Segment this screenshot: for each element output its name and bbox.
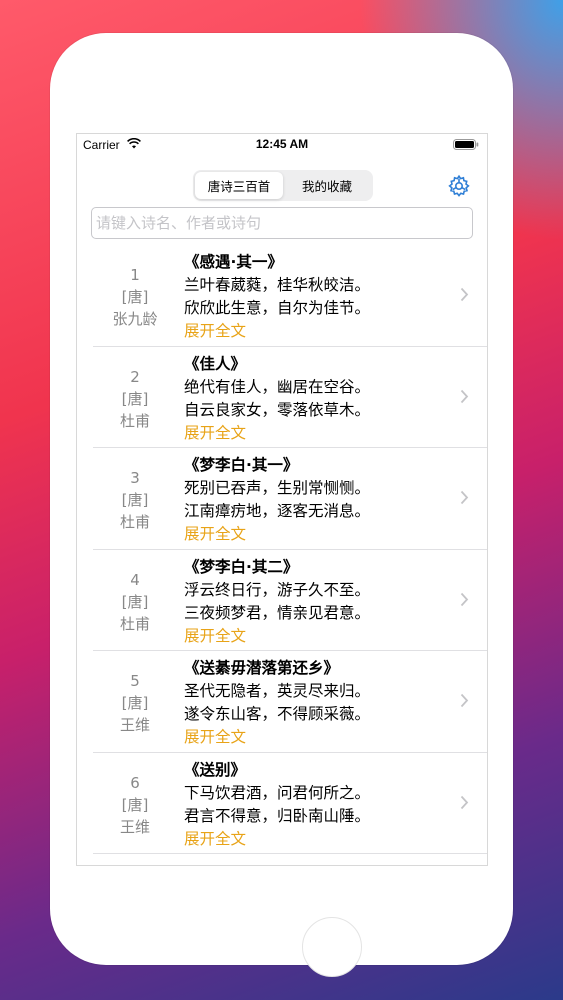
chevron-right-icon (460, 389, 469, 403)
poem-author: 王维 (119, 716, 150, 734)
poem-title: 《佳人》 (184, 354, 247, 373)
poem-index: 1 (130, 266, 140, 284)
poem-line: 君言不得意，归卧南山陲。 (184, 806, 371, 825)
search-input[interactable] (91, 207, 473, 239)
poem-title: 《送綦毋潜落第还乡》 (184, 659, 340, 677)
battery-icon (453, 139, 479, 150)
status-time: 12:45 AM (255, 137, 309, 151)
expand-full-text-link[interactable]: 展开全文 (184, 422, 457, 445)
app-screen: Carrier 12:45 AM 唐诗三百首 我的收藏 1 [唐] (76, 133, 488, 866)
poem-title: 《梦李白·其二》 (184, 557, 299, 576)
poem-line: 下马饮君酒，问君何所之。 (184, 783, 371, 802)
poem-line: 三夜频梦君，情亲见君意。 (184, 603, 371, 622)
poem-row[interactable]: 1 [唐] 张九龄 《感遇·其一》 兰叶春葳蕤，桂华秋皎洁。 欣欣此生意，自尔为… (77, 245, 487, 347)
poem-row[interactable]: 4 [唐] 杜甫 《梦李白·其二》 浮云终日行，游子久不至。 三夜频梦君，情亲见… (77, 550, 487, 652)
poem-row[interactable]: 3 [唐] 杜甫 《梦李白·其一》 死别已吞声，生别常恻恻。 江南瘴疠地，逐客无… (77, 448, 487, 550)
tab-favorites[interactable]: 我的收藏 (283, 172, 371, 199)
gear-icon[interactable] (447, 174, 471, 198)
chevron-right-icon (460, 592, 469, 606)
poem-dynasty: [唐] (121, 491, 149, 509)
poem-index: 2 (130, 367, 140, 386)
chevron-right-icon (460, 693, 469, 708)
expand-full-text-link[interactable]: 展开全文 (184, 625, 457, 648)
poem-meta: 6 [唐] 王维 (93, 772, 177, 838)
chevron-right-icon (460, 287, 469, 302)
poem-title: 《梦李白·其一》 (184, 456, 299, 474)
poem-author: 杜甫 (119, 614, 150, 633)
poem-author: 王维 (119, 817, 150, 836)
poem-content: 《佳人》 绝代有佳人，幽居在空谷。 自云良家女，零落依草木。 展开全文 (184, 352, 457, 445)
status-bar: Carrier 12:45 AM (77, 134, 487, 156)
poem-index: 4 (130, 570, 140, 589)
tab-segmented-control: 唐诗三百首 我的收藏 (193, 170, 373, 201)
poem-meta: 2 [唐] 杜甫 (93, 366, 177, 432)
poem-content: 《送别》 下马饮君酒，问君何所之。 君言不得意，归卧南山陲。 展开全文 (184, 758, 457, 851)
poem-meta: 4 [唐] 杜甫 (93, 569, 177, 635)
poem-index: 3 (130, 469, 140, 487)
poem-dynasty: [唐] (121, 389, 149, 408)
expand-full-text-link[interactable]: 展开全文 (184, 320, 457, 343)
poem-line: 欣欣此生意，自尔为佳节。 (184, 299, 371, 317)
poem-meta: 1 [唐] 张九龄 (93, 264, 177, 330)
expand-full-text-link[interactable]: 展开全文 (184, 726, 457, 749)
poem-line: 遂令东山客，不得顾采薇。 (184, 705, 371, 723)
poem-title: 《感遇·其一》 (184, 253, 283, 271)
home-button[interactable] (302, 917, 362, 977)
poem-dynasty: [唐] (121, 694, 149, 712)
poem-line: 浮云终日行，游子久不至。 (184, 580, 371, 599)
poem-author: 张九龄 (112, 310, 158, 328)
poem-meta: 5 [唐] 王维 (93, 670, 177, 736)
poem-line: 绝代有佳人，幽居在空谷。 (184, 377, 371, 396)
poem-content: 《梦李白·其二》 浮云终日行，游子久不至。 三夜频梦君，情亲见君意。 展开全文 (184, 555, 457, 648)
poem-author: 杜甫 (119, 513, 150, 531)
poem-line: 兰叶春葳蕤，桂华秋皎洁。 (184, 276, 371, 294)
poem-list: 1 [唐] 张九龄 《感遇·其一》 兰叶春葳蕤，桂华秋皎洁。 欣欣此生意，自尔为… (77, 245, 487, 854)
expand-full-text-link[interactable]: 展开全文 (184, 523, 457, 546)
chevron-right-icon (460, 490, 469, 505)
poem-title: 《送别》 (184, 760, 247, 779)
poem-row[interactable]: 6 [唐] 王维 《送别》 下马饮君酒，问君何所之。 君言不得意，归卧南山陲。 … (77, 753, 487, 855)
poem-meta: 3 [唐] 杜甫 (93, 467, 177, 533)
poem-author: 杜甫 (119, 411, 150, 430)
poem-content: 《感遇·其一》 兰叶春葳蕤，桂华秋皎洁。 欣欣此生意，自尔为佳节。 展开全文 (184, 250, 457, 343)
poem-line: 死别已吞声，生别常恻恻。 (184, 479, 371, 497)
poem-row[interactable]: 2 [唐] 杜甫 《佳人》 绝代有佳人，幽居在空谷。 自云良家女，零落依草木。 … (77, 347, 487, 449)
poem-index: 5 (130, 672, 140, 690)
poem-dynasty: [唐] (121, 288, 149, 306)
chevron-right-icon (460, 795, 469, 809)
poem-line: 圣代无隐者，英灵尽来归。 (184, 682, 371, 700)
poem-line: 自云良家女，零落依草木。 (184, 400, 371, 419)
poem-dynasty: [唐] (121, 795, 149, 814)
poem-line: 江南瘴疠地，逐客无消息。 (184, 502, 371, 520)
poem-content: 《送綦毋潜落第还乡》 圣代无隐者，英灵尽来归。 遂令东山客，不得顾采薇。 展开全… (184, 656, 457, 749)
poem-content: 《梦李白·其一》 死别已吞声，生别常恻恻。 江南瘴疠地，逐客无消息。 展开全文 (184, 453, 457, 546)
poem-row[interactable]: 5 [唐] 王维 《送綦毋潜落第还乡》 圣代无隐者，英灵尽来归。 遂令东山客，不… (77, 651, 487, 753)
poem-dynasty: [唐] (121, 592, 149, 611)
poem-index: 6 (130, 773, 140, 792)
tab-tang-poems[interactable]: 唐诗三百首 (195, 172, 283, 199)
expand-full-text-link[interactable]: 展开全文 (184, 828, 457, 851)
